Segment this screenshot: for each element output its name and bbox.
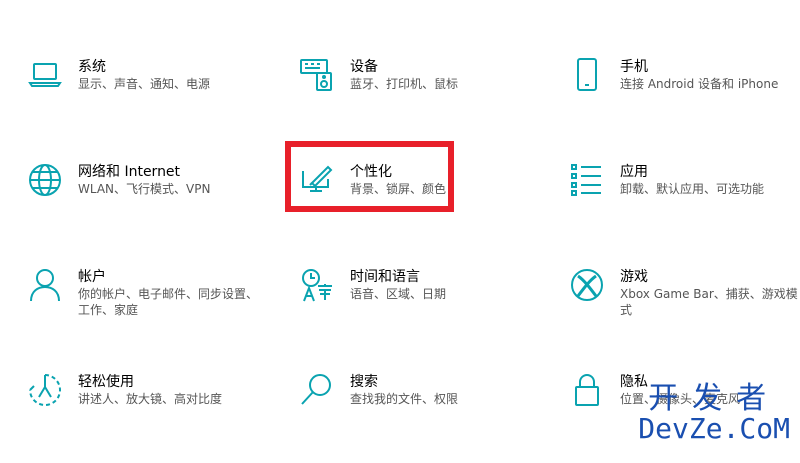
phone-icon	[570, 58, 604, 92]
tile-title: 系统	[78, 59, 106, 75]
tile-system[interactable]: 系统 显示、声音、通知、电源	[28, 58, 258, 148]
person-icon	[28, 268, 62, 302]
watermark: 开发者 DevZe.CoM	[638, 384, 790, 444]
tile-title: 轻松使用	[78, 374, 134, 390]
time-language-icon	[300, 268, 334, 302]
tile-title: 个性化	[350, 164, 392, 180]
tile-gaming[interactable]: 游戏 Xbox Game Bar、捕获、游戏模式	[570, 268, 800, 358]
tile-description: Xbox Game Bar、捕获、游戏模式	[620, 287, 798, 317]
tile-title: 时间和语言	[350, 269, 420, 285]
tile-title: 帐户	[78, 269, 106, 285]
tile-description: 蓝牙、打印机、鼠标	[350, 77, 459, 91]
tile-title: 网络和 Internet	[78, 164, 181, 180]
tile-personalization[interactable]: 个性化 背景、锁屏、颜色	[300, 163, 530, 253]
tile-description: 语音、区域、日期	[350, 287, 447, 301]
tile-description: 你的帐户、电子邮件、同步设置、工作、家庭	[78, 287, 259, 317]
tile-description: 讲述人、放大镜、高对比度	[78, 392, 223, 406]
laptop-icon	[28, 58, 62, 92]
apps-list-icon	[570, 163, 604, 197]
xbox-icon	[570, 268, 604, 302]
tile-description: 查找我的文件、权限	[350, 392, 459, 406]
tile-title: 手机	[620, 59, 648, 75]
ease-of-access-icon	[28, 373, 62, 407]
keyboard-speaker-icon	[300, 58, 334, 92]
tile-title: 应用	[620, 164, 648, 180]
brush-screen-icon	[300, 163, 334, 197]
lock-icon	[570, 373, 604, 407]
globe-icon	[28, 163, 62, 197]
watermark-top: 开发者	[648, 381, 781, 416]
tile-time-language[interactable]: 时间和语言 语音、区域、日期	[300, 268, 530, 358]
tile-title: 游戏	[620, 269, 648, 285]
tile-apps[interactable]: 应用 卸载、默认应用、可选功能	[570, 163, 800, 253]
tile-network[interactable]: 网络和 Internet WLAN、飞行模式、VPN	[28, 163, 258, 253]
tile-description: 卸载、默认应用、可选功能	[620, 182, 765, 196]
tile-devices[interactable]: 设备 蓝牙、打印机、鼠标	[300, 58, 530, 148]
search-icon	[300, 373, 334, 407]
watermark-bottom: DevZe.CoM	[638, 412, 790, 445]
tile-description: 显示、声音、通知、电源	[78, 77, 211, 91]
tile-description: 背景、锁屏、颜色	[350, 182, 447, 196]
tile-description: 连接 Android 设备和 iPhone	[620, 77, 779, 91]
tile-phone[interactable]: 手机 连接 Android 设备和 iPhone	[570, 58, 800, 148]
tile-title: 搜索	[350, 374, 378, 390]
tile-description: WLAN、飞行模式、VPN	[78, 182, 211, 196]
tile-accounts[interactable]: 帐户 你的帐户、电子邮件、同步设置、工作、家庭	[28, 268, 258, 358]
tile-title: 设备	[350, 59, 378, 75]
